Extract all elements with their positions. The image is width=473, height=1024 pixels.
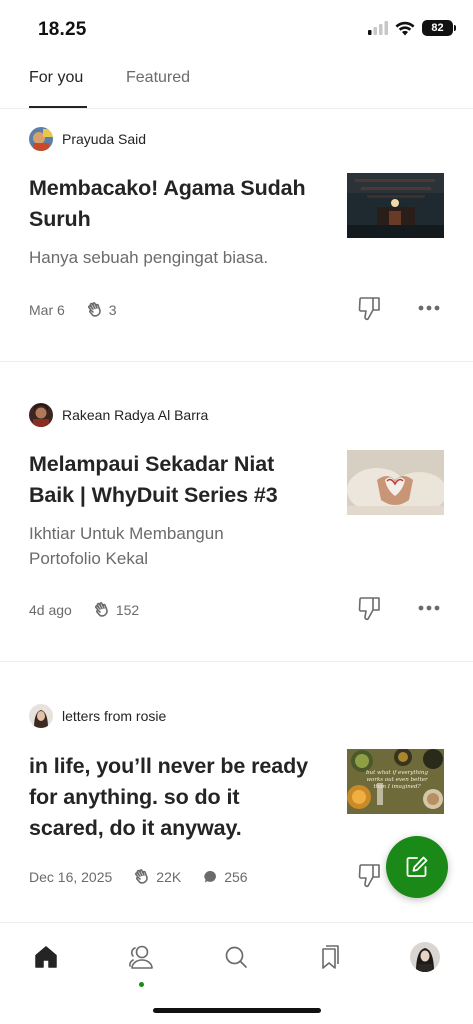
cellular-signal-icon (368, 21, 388, 35)
nav-profile[interactable] (409, 941, 441, 973)
compose-button[interactable] (386, 836, 448, 898)
publish-date: 4d ago (29, 601, 72, 618)
thumbs-down-icon[interactable] (358, 296, 382, 322)
author-name: letters from rosie (62, 708, 167, 724)
article-meta: Dec 16, 2025 22K 256 (29, 868, 270, 885)
following-icon (129, 945, 153, 969)
article-card[interactable]: Prayuda Said Membacako! Agama Sudah Suru… (0, 110, 473, 362)
claps: 152 (94, 601, 139, 618)
clap-icon (87, 302, 101, 317)
tab-for-you[interactable]: For you (29, 69, 83, 87)
comments: 256 (203, 868, 248, 885)
article-subtitle: Ikhtiar Untuk Membangun Portofolio Kekal (29, 524, 224, 568)
more-dots-icon[interactable] (418, 604, 440, 612)
claps: 3 (87, 301, 117, 318)
more-dots-icon[interactable] (418, 304, 440, 312)
feed-tabs: For you Featured (0, 56, 473, 109)
author-name: Prayuda Said (62, 131, 147, 147)
article-card[interactable]: Rakean Radya Al Barra Melampaui Sekadar … (0, 362, 473, 662)
clap-icon (94, 602, 108, 617)
status-time: 18.25 (38, 19, 87, 40)
nav-following[interactable] (125, 941, 157, 973)
thumbs-down-icon[interactable] (358, 596, 382, 622)
clap-count: 22K (156, 868, 182, 885)
author-row[interactable]: Rakean Radya Al Barra (29, 403, 208, 427)
article-meta: 4d ago 152 (29, 601, 161, 618)
home-indicator (153, 1008, 321, 1013)
status-bar: 18.25 82 (0, 0, 473, 56)
comment-icon (204, 870, 217, 882)
tab-featured[interactable]: Featured (126, 69, 190, 87)
clap-count: 3 (108, 301, 117, 318)
article-title[interactable]: in life, you’ll never be ready for anyth… (29, 751, 314, 844)
article-title[interactable]: Melampaui Sekadar Niat Baik | WhyDuit Se… (29, 449, 319, 511)
clap-icon (135, 869, 149, 884)
article-thumbnail[interactable] (347, 450, 444, 515)
author-row[interactable]: Prayuda Said (29, 127, 146, 151)
home-icon (35, 946, 57, 968)
bookmarks-icon (322, 945, 339, 969)
battery-level: 82 (431, 22, 444, 34)
thumbs-down-icon[interactable] (358, 863, 382, 889)
publish-date: Dec 16, 2025 (29, 868, 113, 885)
author-avatar[interactable] (29, 127, 53, 151)
article-thumbnail[interactable] (347, 173, 444, 238)
article-thumbnail[interactable]: but what if everything works out even be… (347, 749, 444, 814)
following-indicator-dot (139, 982, 144, 987)
author-name: Rakean Radya Al Barra (62, 407, 209, 423)
profile-avatar (410, 942, 440, 972)
compose-icon (406, 856, 428, 877)
thumbnail-caption: but what if everything works out even be… (366, 770, 428, 790)
article-meta: Mar 6 3 (29, 301, 139, 318)
active-tab-indicator (29, 106, 87, 108)
publish-date: Mar 6 (29, 301, 65, 318)
nav-bookmarks[interactable] (313, 941, 345, 973)
article-title[interactable]: Membacako! Agama Sudah Suruh (29, 173, 319, 235)
author-row[interactable]: letters from rosie (29, 704, 166, 728)
comment-count: 256 (224, 868, 248, 885)
author-avatar[interactable] (29, 403, 53, 427)
clap-count: 152 (115, 601, 140, 618)
wifi-icon (395, 21, 415, 35)
author-avatar[interactable] (29, 704, 53, 728)
claps: 22K (134, 868, 181, 885)
search-icon (225, 946, 247, 968)
status-indicators: 82 (368, 20, 456, 36)
battery-icon: 82 (422, 20, 456, 36)
nav-search[interactable] (220, 941, 252, 973)
article-subtitle: Hanya sebuah pengingat biasa. (29, 248, 269, 267)
nav-home[interactable] (30, 941, 62, 973)
